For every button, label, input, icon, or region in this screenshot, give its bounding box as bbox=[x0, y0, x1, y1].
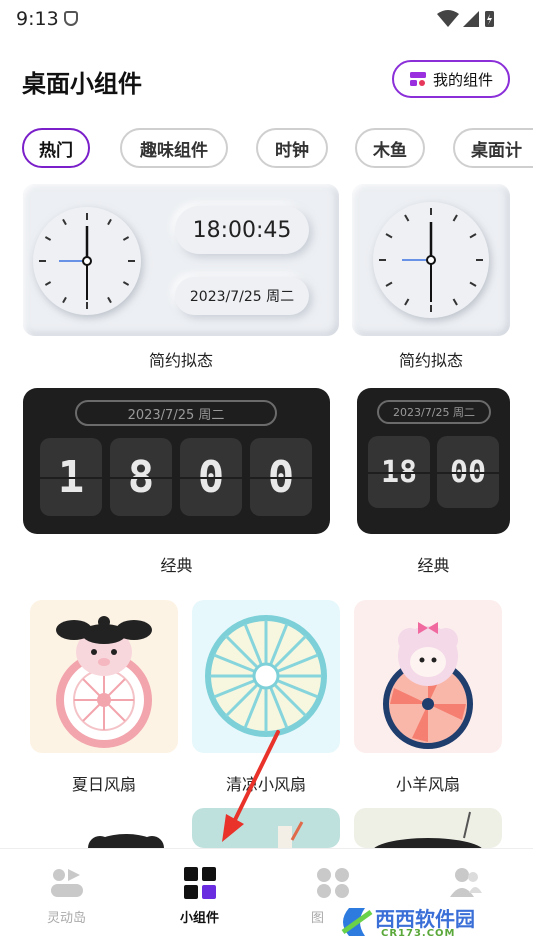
flip-digit: 0 bbox=[250, 438, 312, 516]
widget-caption: 夏日风扇 bbox=[71, 775, 136, 794]
widget-preview-image bbox=[88, 834, 164, 848]
widgets-icon bbox=[409, 71, 427, 87]
fan-widget-summer[interactable] bbox=[30, 600, 178, 753]
widget-caption: 清凉小风扇 bbox=[225, 775, 306, 794]
status-icons bbox=[437, 10, 494, 27]
simple-widget-small[interactable] bbox=[352, 184, 510, 336]
status-bar: 9:13 bbox=[0, 0, 533, 38]
widgets-icon bbox=[184, 867, 216, 899]
dynamic-island-icon bbox=[51, 869, 83, 897]
date-label: 2023/7/25 周二 bbox=[75, 400, 277, 426]
status-time: 9:13 bbox=[16, 8, 59, 30]
tab-clock[interactable]: 时钟 bbox=[256, 128, 328, 168]
nav-label: 灵动岛 bbox=[46, 911, 86, 926]
sheep-fan-image bbox=[383, 622, 473, 749]
fan-widget-sheep[interactable] bbox=[354, 600, 502, 753]
flip-digit: 1 bbox=[40, 438, 102, 516]
watermark-sub: CR173.COM bbox=[381, 928, 456, 939]
widget-preview-image bbox=[278, 821, 304, 848]
watermark-logo: 西西软件园 CR173.COM bbox=[335, 902, 511, 942]
widget-caption: 经典 bbox=[160, 556, 193, 575]
my-widgets-label: 我的组件 bbox=[432, 70, 493, 89]
fan-character-image bbox=[56, 616, 152, 748]
classic-widget-large[interactable]: 2023/7/25 周二 1 8 0 0 bbox=[23, 388, 330, 534]
widget-card-partial[interactable] bbox=[192, 808, 340, 848]
classic-widget-small[interactable]: 2023/7/25 周二 18 00 bbox=[357, 388, 510, 534]
date-label: 2023/7/25 周二 bbox=[377, 400, 491, 424]
nav-dynamic-island[interactable]: 灵动岛 bbox=[0, 849, 133, 949]
widget-preview-image bbox=[374, 811, 482, 848]
tab-woodfish[interactable]: 木鱼 bbox=[355, 128, 425, 168]
flip-digit: 8 bbox=[110, 438, 172, 516]
widget-caption: 简约拟态 bbox=[398, 351, 463, 370]
page-title: 桌面小组件 bbox=[22, 70, 142, 98]
category-tabs: 热门 趣味组件 时钟 木鱼 桌面计 bbox=[0, 128, 533, 172]
fan-widget-cool[interactable] bbox=[192, 600, 340, 753]
nav-widgets[interactable]: 小组件 bbox=[133, 849, 266, 949]
shield-icon bbox=[64, 11, 78, 26]
widget-caption: 经典 bbox=[417, 556, 450, 575]
simple-widget-large[interactable]: 18:00:45 2023/7/25 周二 bbox=[23, 184, 339, 336]
analog-clock bbox=[373, 202, 489, 318]
flip-digit: 0 bbox=[180, 438, 242, 516]
fan-image bbox=[205, 615, 327, 737]
signal-icon bbox=[463, 11, 479, 27]
flip-digit: 18 bbox=[368, 436, 430, 508]
my-widgets-button[interactable]: 我的组件 bbox=[392, 60, 510, 98]
tab-hot[interactable]: 热门 bbox=[22, 128, 90, 168]
widget-caption: 简约拟态 bbox=[148, 351, 213, 370]
tab-desktop[interactable]: 桌面计 bbox=[453, 128, 533, 168]
widget-caption: 小羊风扇 bbox=[395, 775, 460, 794]
date-label: 2023/7/25 周二 bbox=[175, 277, 309, 315]
flip-digit: 00 bbox=[437, 436, 499, 508]
users-icon bbox=[450, 868, 482, 897]
icons-grid-icon bbox=[317, 868, 349, 898]
widget-card-partial[interactable] bbox=[30, 808, 178, 848]
digital-time: 18:00:45 bbox=[175, 206, 309, 254]
tab-fun[interactable]: 趣味组件 bbox=[120, 128, 228, 168]
widget-card-partial[interactable] bbox=[354, 808, 502, 848]
wifi-icon bbox=[437, 10, 459, 27]
